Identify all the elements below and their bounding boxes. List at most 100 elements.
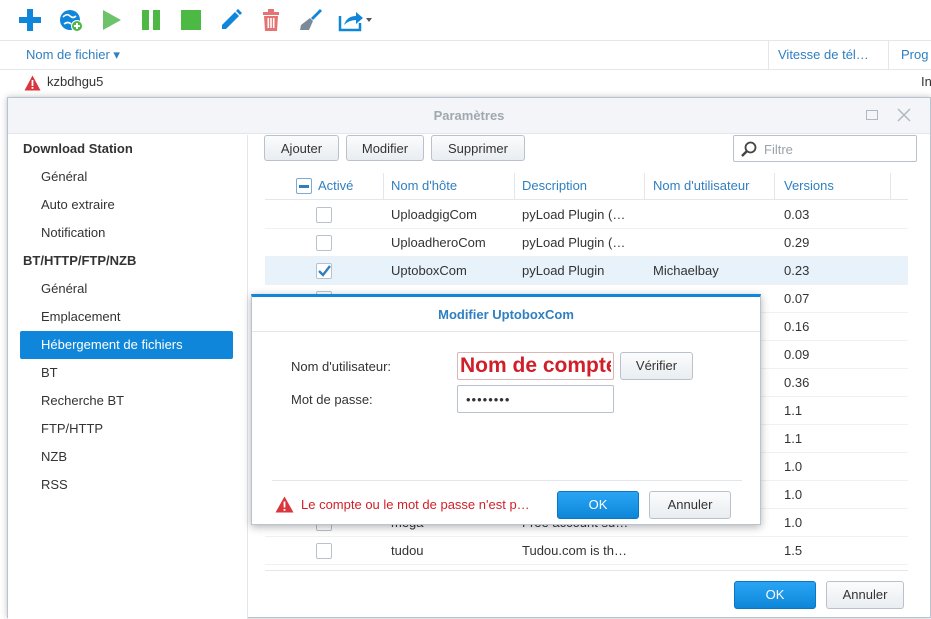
sidebar-item-rss[interactable]: RSS — [20, 471, 233, 499]
cell-username — [653, 229, 771, 256]
share-dropdown-button[interactable] — [337, 6, 375, 34]
divider — [272, 480, 742, 481]
minimize-icon[interactable] — [866, 110, 878, 120]
cell-version: 0.07 — [784, 291, 810, 306]
column-username[interactable]: Nom d'utilisateur — [653, 173, 749, 200]
table-row[interactable]: UptoboxCom pyLoad Plugin Michaelbay 0.23 — [265, 257, 908, 285]
cell-hostname: tudou — [391, 543, 424, 558]
enabled-checkbox[interactable] — [316, 207, 332, 223]
pause-button[interactable] — [137, 6, 165, 34]
divider — [252, 331, 760, 332]
edit-button[interactable] — [217, 6, 245, 34]
filter-field[interactable] — [733, 135, 917, 162]
settings-cancel-button[interactable]: Annuler — [826, 581, 904, 609]
add-button[interactable]: Ajouter — [264, 135, 339, 161]
cell-version: 1.5 — [784, 543, 803, 558]
sidebar-item-general[interactable]: Général — [20, 163, 233, 191]
table-row[interactable]: UploadgigCom pyLoad Plugin (… 0.03 — [265, 201, 908, 229]
sidebar-item-ftp-http[interactable]: FTP/HTTP — [20, 415, 233, 443]
table-row[interactable]: UploadheroCom pyLoad Plugin (… 0.29 — [265, 229, 908, 257]
enabled-checkbox[interactable] — [316, 263, 332, 279]
task-list-header: Nom de fichier ▾ Vitesse de tél… Prog — [0, 40, 931, 70]
cell-version: 1.1 — [784, 403, 803, 418]
sidebar-item-bt-general[interactable]: Général — [20, 275, 233, 303]
settings-ok-button[interactable]: OK — [734, 581, 816, 609]
dialog-ok-button[interactable]: OK — [557, 491, 639, 519]
column-separator — [644, 173, 645, 200]
warning-icon — [275, 496, 294, 513]
trash-icon — [263, 9, 279, 31]
delete-button[interactable] — [257, 6, 285, 34]
cell-version: 0.09 — [784, 347, 810, 362]
edit-host-button[interactable]: Modifier — [346, 135, 424, 161]
play-icon — [103, 10, 121, 30]
column-separator — [768, 41, 769, 69]
cell-description: pyLoad Plugin — [522, 263, 605, 278]
cell-username: Michaelbay — [653, 263, 719, 278]
column-description[interactable]: Description — [522, 173, 587, 200]
column-speed[interactable]: Vitesse de tél… — [778, 41, 886, 69]
select-all-checkbox[interactable] — [296, 178, 312, 194]
sidebar-item-auto-extract[interactable]: Auto extraire — [20, 191, 233, 219]
checkmark-icon — [318, 265, 331, 277]
broom-icon — [300, 9, 322, 30]
error-message: Le compte ou le mot de passe n'est p… — [301, 497, 530, 512]
cell-username — [653, 537, 771, 564]
cell-version: 1.0 — [784, 459, 803, 474]
cell-description: Tudou.com is th… — [522, 543, 628, 558]
sidebar-item-notification[interactable]: Notification — [20, 219, 233, 247]
sidebar-item-location[interactable]: Emplacement — [20, 303, 233, 331]
cell-version: 0.16 — [784, 319, 810, 334]
cell-description: pyLoad Plugin (… — [522, 207, 626, 222]
resume-button[interactable] — [97, 6, 125, 34]
pencil-icon — [222, 9, 242, 29]
column-separator — [888, 41, 889, 69]
cell-username — [653, 201, 771, 228]
filter-input[interactable] — [762, 140, 910, 158]
sidebar-group-bt-http: BT/HTTP/FTP/NZB — [23, 253, 137, 268]
column-enabled[interactable]: Activé — [318, 173, 353, 200]
add-url-button[interactable] — [57, 6, 85, 34]
cell-hostname: UploadheroCom — [391, 235, 486, 250]
sidebar-item-bt-search[interactable]: Recherche BT — [20, 387, 233, 415]
password-label: Mot de passe: — [291, 392, 373, 407]
clear-button[interactable] — [297, 6, 325, 34]
task-row[interactable]: kzbdhgu5 In — [0, 70, 931, 96]
edit-account-dialog: Modifier UptoboxCom Nom d'utilisateur: V… — [251, 294, 761, 525]
username-field[interactable] — [457, 352, 614, 380]
task-status: In — [921, 74, 931, 89]
username-label: Nom d'utilisateur: — [291, 359, 392, 374]
column-versions[interactable]: Versions — [784, 173, 834, 200]
stop-button[interactable] — [177, 6, 205, 34]
cell-version: 0.23 — [784, 263, 810, 278]
window-titlebar[interactable]: Paramètres — [8, 98, 930, 134]
sidebar-item-bt[interactable]: BT — [20, 359, 233, 387]
delete-host-button[interactable]: Supprimer — [431, 135, 525, 161]
column-hostname[interactable]: Nom d'hôte — [391, 173, 457, 200]
close-icon[interactable] — [896, 107, 912, 123]
cell-description: pyLoad Plugin (… — [522, 235, 626, 250]
sidebar-item-file-hosting[interactable]: Hébergement de fichiers — [20, 331, 233, 359]
verify-button[interactable]: Vérifier — [620, 352, 693, 380]
window-title: Paramètres — [433, 108, 505, 123]
cell-hostname: UptoboxCom — [391, 263, 467, 278]
cell-version: 0.36 — [784, 375, 810, 390]
enabled-checkbox[interactable] — [316, 235, 332, 251]
grid-header: Activé Nom d'hôte Description Nom d'util… — [265, 173, 908, 200]
password-field[interactable] — [457, 385, 614, 413]
cell-hostname: UploadgigCom — [391, 207, 477, 222]
dialog-cancel-button[interactable]: Annuler — [649, 491, 731, 519]
enabled-checkbox[interactable] — [316, 543, 332, 559]
sidebar-item-nzb[interactable]: NZB — [20, 443, 233, 471]
search-icon — [741, 141, 757, 157]
share-dropdown-icon — [338, 12, 372, 32]
dialog-title: Modifier UptoboxCom — [438, 307, 574, 322]
column-progress[interactable]: Prog — [901, 41, 931, 69]
table-row[interactable]: tudou Tudou.com is th… 1.5 — [265, 537, 908, 565]
warning-icon — [24, 75, 41, 91]
cell-version: 1.0 — [784, 487, 803, 502]
pause-icon — [142, 10, 160, 30]
globe-add-icon — [60, 10, 83, 32]
column-filename[interactable]: Nom de fichier ▾ — [26, 41, 766, 69]
add-task-button[interactable] — [16, 6, 44, 34]
